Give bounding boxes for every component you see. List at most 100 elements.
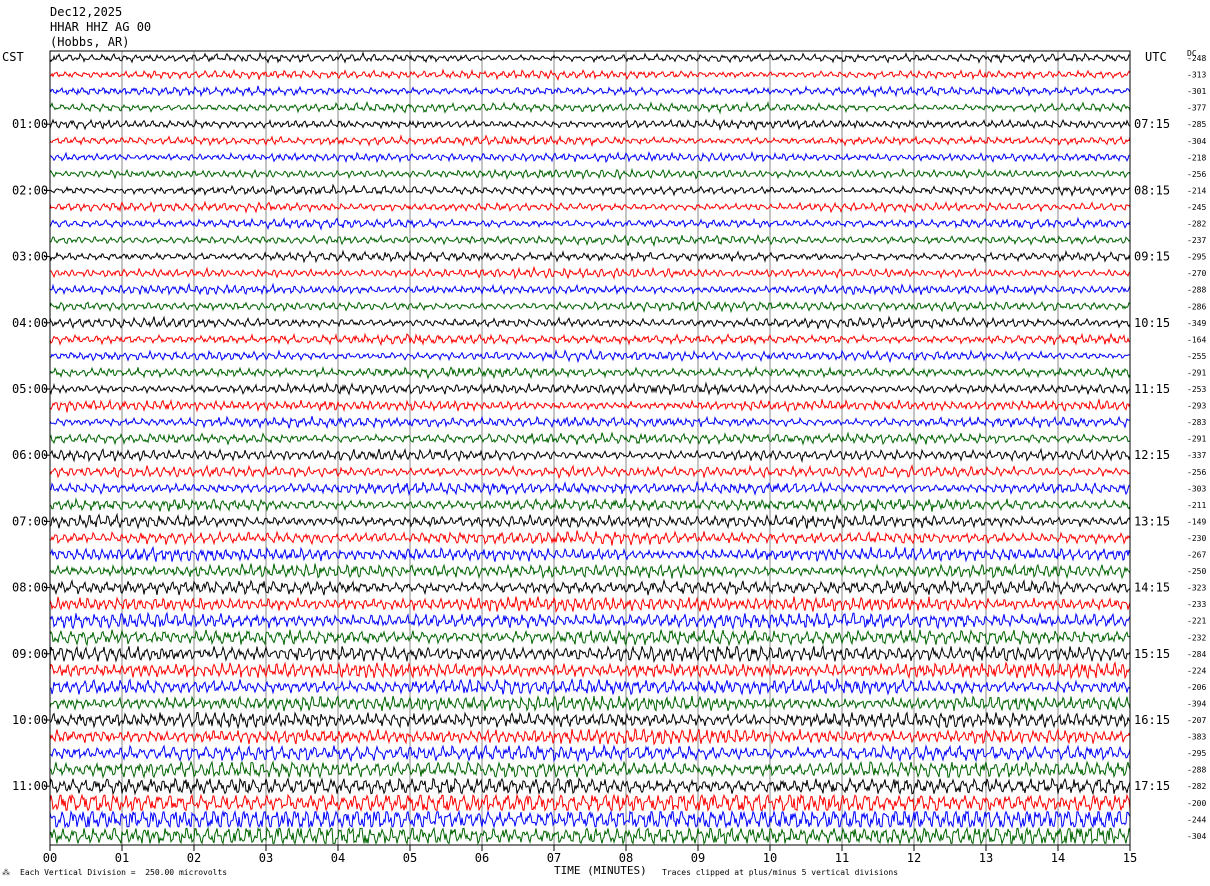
trace-line (49, 381, 1131, 396)
trace-line (49, 497, 1131, 513)
utc-hour-label: 10:15 (1134, 316, 1170, 330)
trace-line (49, 677, 1131, 696)
dc-offset-label: -207 (1187, 716, 1206, 725)
trace-line (49, 167, 1131, 181)
x-tick-label: 12 (907, 851, 921, 865)
dc-offset-label: -293 (1187, 402, 1206, 411)
cst-hour-labels: 01:00 02:00 03:00 04:00 05:00 06:00 07:00 08:00… (12, 117, 50, 793)
utc-hour-label: 09:15 (1134, 250, 1170, 264)
x-tick-label: 06 (475, 851, 489, 865)
x-tick-label: 10 (763, 851, 777, 865)
dc-offset-label: -255 (1187, 352, 1206, 361)
dc-offset-label: -267 (1187, 551, 1206, 560)
dc-offset-label: -291 (1187, 435, 1206, 444)
cst-hour-label: 04:00 (12, 316, 48, 330)
trace-line (49, 415, 1131, 430)
dc-offset-label: -383 (1187, 733, 1206, 742)
x-axis-ticks: 00 01 02 03 04 05 06 07 08 09 10 11 12 13 14 15 (43, 845, 1137, 865)
utc-hour-label: 11:15 (1134, 382, 1170, 396)
header-location: (Hobbs, AR) (50, 35, 130, 49)
trace-line (49, 578, 1131, 596)
dc-offset-labels: -248-313-301-377-285-304-218-256-214-245… (1187, 54, 1206, 841)
trace-line (49, 118, 1131, 131)
dc-offset-label: -288 (1187, 286, 1206, 295)
trace-line (49, 100, 1131, 115)
helicorder-plot: 00 01 02 03 04 05 06 07 08 09 10 11 12 13 14 15 01:00 02… (12, 50, 1206, 865)
dc-offset-label: -295 (1187, 253, 1206, 262)
dc-offset-label: -270 (1187, 269, 1206, 278)
x-tick-label: 05 (403, 851, 417, 865)
trace-line (49, 644, 1131, 664)
cst-hour-label: 02:00 (12, 183, 48, 197)
trace-line (49, 512, 1131, 530)
x-tick-label: 03 (259, 851, 273, 865)
dc-offset-label: -303 (1187, 484, 1206, 493)
dc-offset-label: -211 (1187, 501, 1206, 510)
trace-line (49, 611, 1131, 631)
scale-note: Each Vertical Division = 250.00 microvol… (20, 868, 228, 877)
dc-offset-label: -304 (1187, 137, 1206, 146)
utc-hour-label: 17:15 (1134, 779, 1170, 793)
utc-hour-label: 07:15 (1134, 117, 1170, 131)
dc-offset-label: -218 (1187, 153, 1206, 162)
trace-line (49, 265, 1131, 280)
dc-offset-label: -313 (1187, 71, 1206, 80)
trace-line (49, 282, 1131, 296)
trace-line (49, 300, 1131, 314)
x-tick-label: 00 (43, 851, 57, 865)
trace-line (49, 315, 1131, 330)
trace-line (49, 695, 1131, 713)
x-tick-label: 14 (1051, 851, 1065, 865)
cst-hour-label: 07:00 (12, 514, 48, 528)
clip-note: Traces clipped at plus/minus 5 vertical … (662, 868, 899, 877)
trace-line (49, 200, 1131, 214)
seismic-traces (49, 51, 1131, 846)
dc-offset-label: -304 (1187, 832, 1206, 841)
cst-hour-label: 03:00 (12, 250, 48, 264)
dc-offset-label: -349 (1187, 319, 1206, 328)
trace-line (49, 183, 1131, 198)
utc-hour-label: 16:15 (1134, 713, 1170, 727)
x-tick-label: 08 (619, 851, 633, 865)
trace-line (49, 809, 1131, 829)
right-timezone-label: UTC (1145, 50, 1167, 64)
dc-offset-label: -164 (1187, 335, 1206, 344)
header-date: Dec12,2025 (50, 5, 123, 19)
footer-corner-mark: ⁂ (2, 868, 10, 877)
trace-line (49, 216, 1131, 231)
cst-hour-label: 05:00 (12, 382, 48, 396)
cst-hour-label: 01:00 (12, 117, 48, 131)
trace-line (49, 563, 1131, 580)
dc-offset-label: -284 (1187, 650, 1206, 659)
utc-hour-label: 08:15 (1134, 183, 1170, 197)
trace-line (49, 628, 1131, 647)
x-tick-label: 11 (835, 851, 849, 865)
trace-line (49, 826, 1131, 846)
x-tick-label: 07 (547, 851, 561, 865)
x-tick-label: 01 (115, 851, 129, 865)
dc-offset-label: -301 (1187, 87, 1206, 96)
trace-line (49, 596, 1131, 614)
header-station: HHAR HHZ AG 00 (50, 20, 152, 34)
utc-hour-label: 15:15 (1134, 647, 1170, 661)
trace-line (49, 365, 1131, 380)
cst-hour-label: 11:00 (12, 779, 48, 793)
dc-offset-label: -337 (1187, 451, 1206, 460)
trace-line (49, 776, 1131, 796)
dc-offset-label: -323 (1187, 584, 1206, 593)
trace-line (49, 530, 1131, 546)
trace-line (49, 134, 1131, 148)
utc-hour-label: 12:15 (1134, 448, 1170, 462)
dc-offset-label: -245 (1187, 203, 1206, 212)
trace-line (49, 233, 1131, 248)
x-tick-label: 09 (691, 851, 705, 865)
trace-line (49, 727, 1131, 746)
x-axis-title: TIME (MINUTES) (554, 864, 647, 877)
trace-line (49, 447, 1131, 463)
x-tick-label: 13 (979, 851, 993, 865)
dc-offset-label: -377 (1187, 104, 1206, 113)
utc-hour-label: 14:15 (1134, 581, 1170, 595)
dc-offset-label: -295 (1187, 749, 1206, 758)
left-timezone-label: CST (2, 50, 24, 64)
trace-line (49, 661, 1131, 680)
